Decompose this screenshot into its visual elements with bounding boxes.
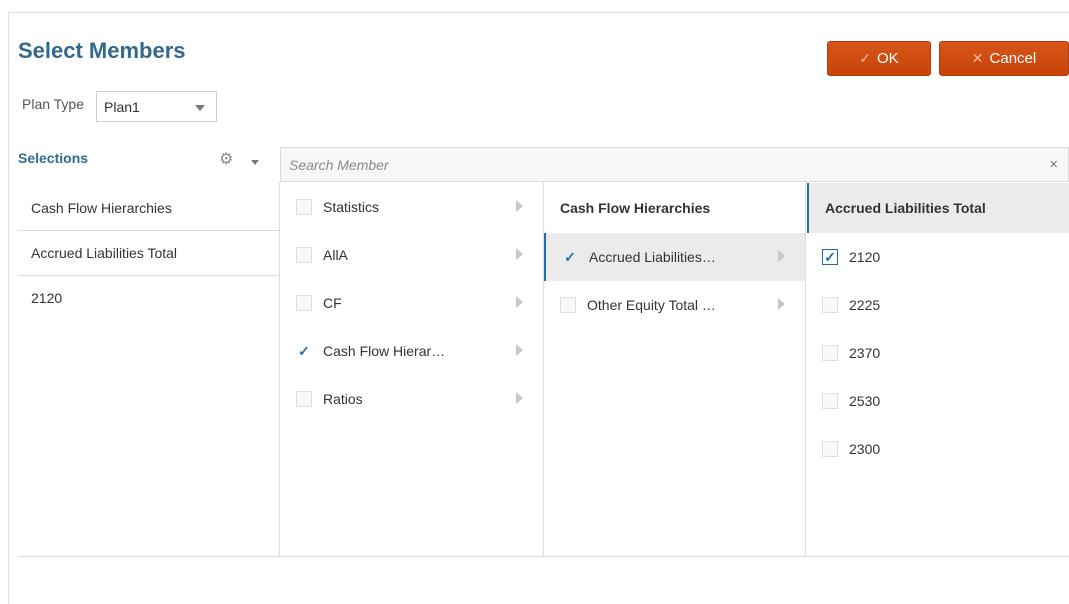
ok-button-label: OK: [877, 50, 899, 67]
checkbox-checked[interactable]: ✓: [562, 249, 578, 265]
ok-button[interactable]: ✓ OK: [827, 41, 931, 76]
member-row-cf[interactable]: CF: [280, 279, 543, 327]
member-label: Accrued Liabilities…: [589, 249, 716, 265]
checkbox-checked[interactable]: ✓: [296, 343, 312, 359]
member-label: 2370: [849, 345, 881, 361]
checkmark-icon: ✓: [859, 50, 872, 66]
dialog-top-border: [8, 12, 1069, 13]
expand-arrow-icon[interactable]: [778, 250, 785, 262]
dialog-title: Select Members: [18, 38, 186, 63]
member-label: AllA: [323, 247, 348, 263]
member-label: Cash Flow Hierar…: [323, 343, 446, 359]
expand-arrow-icon[interactable]: [516, 392, 523, 404]
member-row-2120[interactable]: ✓ 2120: [807, 233, 1069, 281]
member-row-cash-flow-hierarchies[interactable]: ✓ Cash Flow Hierar…: [280, 327, 543, 375]
expand-arrow-icon[interactable]: [516, 344, 523, 356]
panel-bottom-border: [18, 556, 1069, 557]
member-label: Ratios: [323, 391, 363, 407]
checkbox-checked[interactable]: ✓: [822, 249, 838, 265]
dialog-left-border: [8, 12, 9, 604]
member-row-2370[interactable]: 2370: [807, 329, 1069, 377]
checkbox[interactable]: [822, 393, 838, 409]
member-label: 2300: [849, 441, 881, 457]
member-column-root: Statistics AllA CF ✓ Cash Flow Hierar… R…: [280, 183, 543, 423]
cancel-button[interactable]: ✕ Cancel: [939, 41, 1069, 76]
close-icon: ✕: [971, 50, 984, 66]
checkbox[interactable]: [296, 199, 312, 215]
search-member-input[interactable]: Search Member ×: [280, 147, 1069, 182]
expand-arrow-icon[interactable]: [778, 298, 785, 310]
member-label: CF: [323, 295, 342, 311]
search-placeholder: Search Member: [289, 156, 389, 173]
checkbox[interactable]: [822, 297, 838, 313]
selections-list: Cash Flow Hierarchies Accrued Liabilitie…: [18, 186, 279, 321]
gear-menu-chevron-down-icon[interactable]: [251, 160, 259, 165]
member-row-other-equity-total[interactable]: Other Equity Total …: [544, 281, 805, 329]
checkbox[interactable]: [822, 345, 838, 361]
member-row-alla[interactable]: AllA: [280, 231, 543, 279]
plan-type-value: Plan1: [104, 98, 140, 115]
selection-item[interactable]: Accrued Liabilities Total: [18, 231, 279, 276]
column-header: Accrued Liabilities Total: [807, 183, 1069, 233]
expand-arrow-icon[interactable]: [516, 200, 523, 212]
column-header: Cash Flow Hierarchies: [560, 200, 711, 216]
checkbox[interactable]: [822, 441, 838, 457]
checkbox[interactable]: [560, 297, 576, 313]
plan-type-label: Plan Type: [22, 96, 85, 112]
clear-search-icon[interactable]: ×: [1049, 156, 1058, 173]
cancel-button-label: Cancel: [989, 50, 1037, 67]
selection-item[interactable]: Cash Flow Hierarchies: [18, 186, 279, 231]
gear-icon[interactable]: ⚙: [219, 152, 233, 168]
member-row-ratios[interactable]: Ratios: [280, 375, 543, 423]
member-row-accrued-liabilities[interactable]: ✓ Accrued Liabilities…: [544, 233, 805, 281]
member-row-2225[interactable]: 2225: [807, 281, 1069, 329]
member-label: 2530: [849, 393, 881, 409]
expand-arrow-icon[interactable]: [516, 296, 523, 308]
member-column-accrued-liabilities-total: Accrued Liabilities Total ✓ 2120 2225 23…: [807, 183, 1069, 473]
selections-header: Selections: [18, 150, 89, 166]
plan-type-select[interactable]: Plan1: [96, 91, 217, 122]
chevron-down-icon: [195, 105, 205, 111]
checkbox[interactable]: [296, 247, 312, 263]
member-label: Statistics: [323, 199, 380, 215]
member-row-2300[interactable]: 2300: [807, 425, 1069, 473]
member-label: 2120: [849, 249, 881, 265]
checkbox[interactable]: [296, 295, 312, 311]
member-label: 2225: [849, 297, 881, 313]
selection-item[interactable]: 2120: [18, 276, 279, 321]
member-row-statistics[interactable]: Statistics: [280, 183, 543, 231]
member-column-cash-flow-hierarchies: Cash Flow Hierarchies ✓ Accrued Liabilit…: [544, 183, 805, 329]
checkbox[interactable]: [296, 391, 312, 407]
column-divider: [805, 182, 806, 557]
member-row-2530[interactable]: 2530: [807, 377, 1069, 425]
member-label: Other Equity Total …: [587, 297, 716, 313]
expand-arrow-icon[interactable]: [516, 248, 523, 260]
